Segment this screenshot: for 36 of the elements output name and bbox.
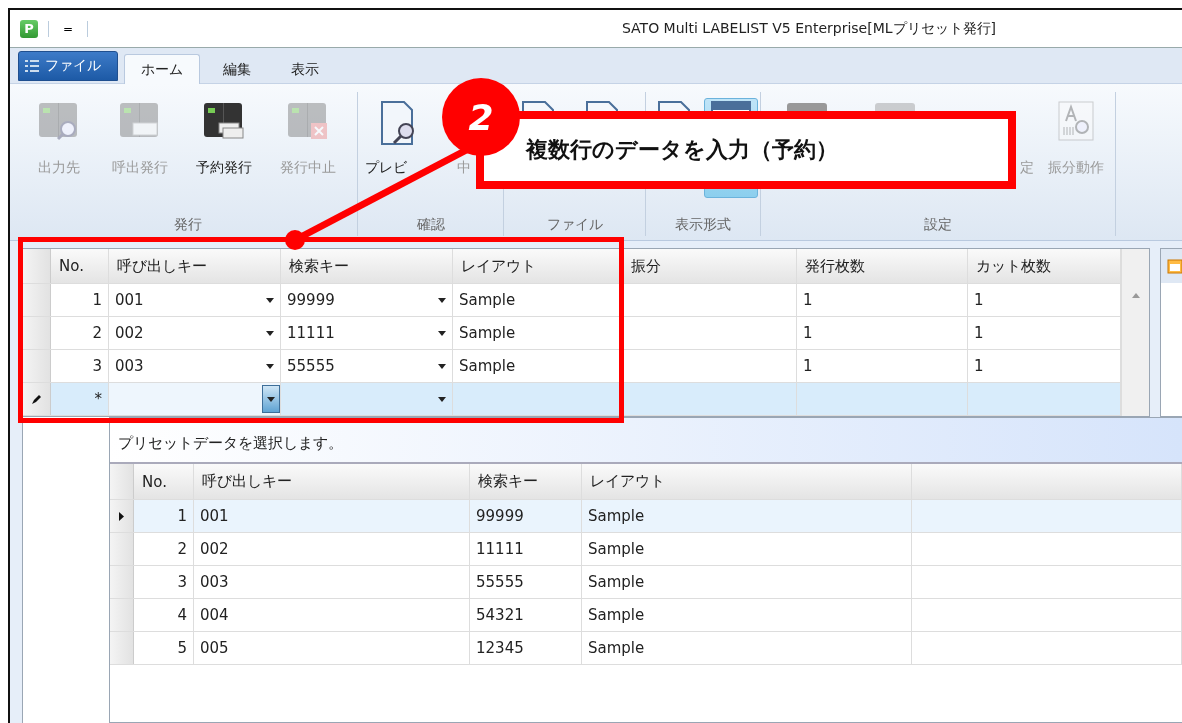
table-cell: 55555: [470, 566, 582, 598]
table-cell: 3: [134, 566, 194, 598]
table-cell: 54321: [470, 599, 582, 631]
table-cell: 12345: [470, 632, 582, 664]
group-label: 表示形式: [675, 216, 731, 234]
table-cell: 1: [797, 350, 968, 382]
table-cell: 005: [194, 632, 470, 664]
table-cell: Sample: [582, 533, 912, 565]
table-cell: 3: [51, 350, 109, 382]
table-cell: Sample: [582, 566, 912, 598]
table-cell: Sample: [582, 632, 912, 664]
table-cell: Sample: [453, 317, 623, 349]
window-title: SATO Multi LABELIST V5 Enterprise[MLプリセット発行]: [621, 19, 996, 38]
table-cell: 4: [134, 599, 194, 631]
table-cell: 99999: [470, 500, 582, 532]
table-cell: Sample: [453, 350, 623, 382]
table-cell: 001: [194, 500, 470, 532]
table-cell: 004: [194, 599, 470, 631]
group-label: ファイル: [546, 216, 603, 234]
group-label: 確認: [416, 216, 445, 234]
table-cell: Sample: [582, 599, 912, 631]
table-cell: 002: [194, 533, 470, 565]
panel-caption: プリセットデータを選択します。: [110, 418, 1182, 464]
table-cell: 5: [134, 632, 194, 664]
table-cell: 2: [51, 317, 109, 349]
table-cell: 1: [134, 500, 194, 532]
table-cell: Sample: [453, 284, 623, 316]
table-cell: 1: [797, 317, 968, 349]
table-cell: 2: [134, 533, 194, 565]
group-label: 発行: [173, 216, 202, 234]
table-cell: Sample: [582, 500, 912, 532]
table-cell: 1: [797, 284, 968, 316]
table-cell: 1: [51, 284, 109, 316]
table-cell: 003: [194, 566, 470, 598]
group-label: 設定: [924, 216, 952, 234]
table-cell: 11111: [470, 533, 582, 565]
